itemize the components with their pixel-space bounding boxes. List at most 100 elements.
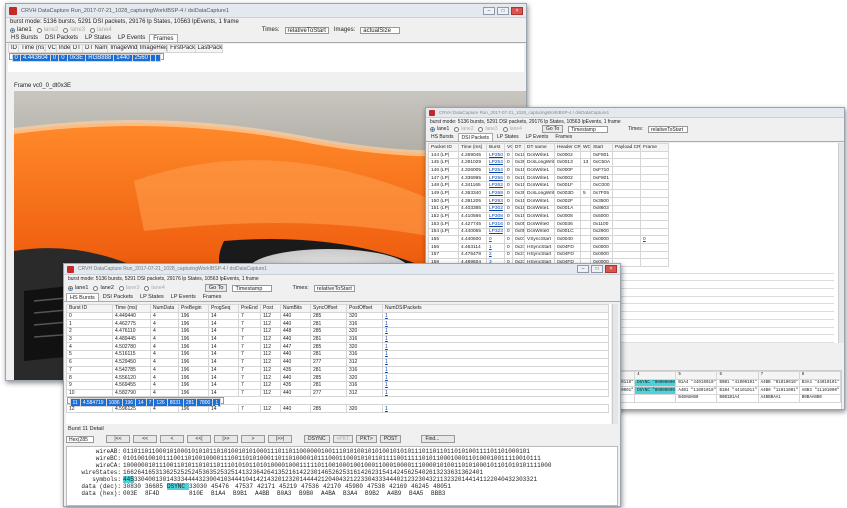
tab-lp-states[interactable]: LP States	[494, 133, 522, 141]
tab-frames[interactable]: Frames	[552, 133, 575, 141]
lane3-radio[interactable]: lane3	[478, 126, 498, 132]
tab-lp-events[interactable]: LP Events	[168, 293, 199, 301]
last-button[interactable]: |>>|	[268, 435, 292, 443]
col-header[interactable]: Burst	[486, 143, 505, 152]
dsync-button[interactable]: DSYNC	[304, 435, 330, 443]
col-header[interactable]: Burst ID	[66, 304, 113, 313]
next-page-button[interactable]: |>>	[214, 435, 238, 443]
table-row[interactable]: 0 4.449440 4 196 14 7 112 440 285 320 1	[66, 311, 609, 321]
tab-lp-events[interactable]: LP Events	[115, 34, 148, 42]
prev-page-button[interactable]: <<	[133, 435, 157, 443]
pkt-prev-button[interactable]: <PKT	[332, 435, 354, 443]
close-button[interactable]: ×	[511, 6, 523, 15]
minimize-button[interactable]: –	[483, 6, 495, 15]
vertical-scrollbar[interactable]	[612, 304, 618, 424]
lane3-radio[interactable]: lane3	[118, 285, 139, 291]
col-header[interactable]: DT name	[524, 143, 555, 152]
table-row[interactable]: 3 4.489445 4 196 14 7 112 440 281 316 1	[66, 334, 609, 344]
col-header[interactable]: Time (ms)	[458, 143, 487, 152]
lane1-radio[interactable]: lane1	[68, 285, 88, 291]
table-row[interactable]: 9 4.569455 4 196 14 7 112 435 281 316 1	[66, 380, 609, 390]
table-row[interactable]: 144 (LP) 4.269045 LP250 0 0x19 DcsWrite1 0x000…	[428, 150, 669, 160]
tab-dsi-packets[interactable]: DSI Packets	[457, 133, 494, 141]
table-row[interactable]: 145 (LP) 4.281029 LP253 0 0x39 DcsLongWrite 0x…	[428, 158, 669, 168]
close-button[interactable]: ×	[605, 265, 617, 273]
lane2-radio[interactable]: lane2	[93, 285, 114, 291]
lane2-radio[interactable]: lane2	[454, 126, 473, 132]
table-row[interactable]: 147 (LP) 4.336995 LP256 0 0x15 DcsWrite1 0x000…	[428, 173, 669, 183]
table-row[interactable]: 10 4.582790 4 196 14 7 112 440 277 312 1	[66, 388, 609, 398]
table-row[interactable]: 148 (LP) 4.341165 LP262 0 0x15 DcsWrite1 0x001…	[428, 181, 669, 191]
col-header[interactable]: VC	[504, 143, 513, 152]
table-row[interactable]: 6 4.529450 4 196 14 7 112 440 277 312 1	[66, 357, 609, 367]
table-row[interactable]: 1 4.462775 4 196 14 7 112 440 281 316 1	[66, 319, 609, 329]
vertical-scrollbar[interactable]	[838, 143, 844, 343]
col-header[interactable]: Post	[260, 304, 281, 313]
go-to-button[interactable]: Go To	[541, 125, 564, 133]
col-header[interactable]: SyncOffset	[310, 304, 347, 313]
col-header[interactable]: WC	[580, 143, 591, 152]
col-header[interactable]: Header CRC	[554, 143, 581, 152]
maximize-button[interactable]: □	[497, 6, 509, 15]
lane4-radio[interactable]: lane4	[502, 126, 522, 132]
minimize-button[interactable]: –	[577, 265, 589, 273]
lane1-radio[interactable]: lane1	[10, 27, 32, 33]
table-row[interactable]: 157 4.476478 2 0 0x21 HSyncStart 0x04FD 0x0000	[428, 250, 669, 260]
lane4-radio[interactable]: lane4	[90, 27, 112, 33]
col-header[interactable]: PostOffset	[346, 304, 383, 313]
first-button[interactable]: |<<	[106, 435, 130, 443]
table-row[interactable]: 149 (LP) 4.363340 LP268 0 0x39 DcsLongWrite 0x…	[428, 189, 669, 198]
tab-lp-states[interactable]: LP States	[137, 293, 167, 301]
table-row[interactable]: 11 4.584719 1086 196 14 7 126 8031 281 7800 1	[66, 397, 225, 407]
goto-select[interactable]: Timestamp	[232, 284, 273, 292]
images-select[interactable]: actualSize	[360, 26, 401, 34]
tab-lp-states[interactable]: LP States	[82, 34, 114, 42]
table-row[interactable]: 4 4.502780 4 196 14 7 112 447 285 320 1	[66, 342, 609, 352]
back-button[interactable]: <<|	[187, 435, 211, 443]
table-row[interactable]: 154 (LP) 4.440065 LP323 0 0x05 DcsWrite0 0x001…	[428, 227, 669, 237]
col-header[interactable]: NumDSIPackets	[382, 304, 609, 313]
table-row[interactable]: 152 (LP) 4.410566 LP308 0 0x15 DcsWrite1 0x000…	[428, 212, 669, 221]
lane3-radio[interactable]: lane3	[63, 27, 85, 33]
lane2-radio[interactable]: lane2	[36, 27, 58, 33]
maximize-button[interactable]: □	[591, 265, 603, 273]
tab-frames[interactable]: Frames	[200, 293, 225, 301]
table-row[interactable]: 5 4.516115 4 196 14 7 112 440 281 316 1	[66, 350, 609, 359]
col-header[interactable]: PreEnd	[238, 304, 261, 313]
col-header[interactable]: NumBits	[280, 304, 311, 313]
table-row[interactable]: 7 4.542785 4 196 14 7 112 435 281 316 1	[66, 365, 609, 375]
col-header[interactable]: Payload CRC	[612, 143, 641, 152]
table-row[interactable]: 153 (LP) 4.427745 LP316 0 0x05 DcsWrite0 0x003…	[428, 219, 669, 229]
col-header[interactable]: DT	[512, 143, 525, 152]
find-button[interactable]: Find...	[421, 435, 456, 443]
next-button[interactable]: >	[241, 435, 265, 443]
col-header[interactable]: Start	[590, 143, 613, 152]
tab-dsi-packets[interactable]: DSI Packets	[42, 34, 81, 42]
times-select[interactable]: relativeToStart	[648, 125, 689, 133]
pkt-next-button[interactable]: PKT>	[356, 435, 377, 443]
table-row[interactable]: 146 (LP) 4.326005 LP254 0 0x15 DcsWrite1 0x000…	[428, 166, 669, 175]
table-row[interactable]: 2 4.476110 4 196 14 7 112 448 285 320 1	[66, 327, 609, 336]
times-select[interactable]: relativeToStart	[284, 26, 329, 34]
table-row[interactable]: 0 4.443604 0 0 0x3E RGB888 1440 2560	[8, 52, 164, 63]
col-header[interactable]: PreBegin	[178, 304, 209, 313]
tab-hs-bursts[interactable]: HS Bursts	[66, 293, 99, 301]
hex-search-input[interactable]: Hex(285	[66, 435, 94, 443]
col-header[interactable]: NumData	[150, 304, 179, 313]
tab-dsi-packets[interactable]: DSI Packets	[100, 293, 136, 301]
col-header[interactable]: Time (ms)	[112, 304, 151, 313]
tab-hs-bursts[interactable]: HS Bursts	[428, 133, 457, 141]
go-to-button[interactable]: Go To	[204, 284, 228, 292]
prev-button[interactable]: <	[160, 435, 184, 443]
lane1-radio[interactable]: lane1	[430, 126, 449, 132]
table-row[interactable]: 150 (LP) 4.391205 LP293 0 0x15 DcsWrite1 0x002…	[428, 196, 669, 206]
tab-lp-events[interactable]: LP Events	[523, 133, 552, 141]
col-header[interactable]: Frame	[640, 143, 669, 152]
post-button[interactable]: POST	[379, 435, 402, 443]
times-select[interactable]: relativeToStart	[313, 284, 355, 292]
lane4-radio[interactable]: lane4	[144, 285, 165, 291]
table-row[interactable]: 151 (LP) 4.403385 LP302 0 0x15 DcsWrite1 0x001…	[428, 204, 669, 214]
tab-frames[interactable]: Frames	[149, 34, 178, 42]
table-row[interactable]: 156 4.463114 1 0 0x21 HSyncStart 0x04FD 0x0000	[428, 242, 669, 252]
col-header[interactable]: ProgSeq	[208, 304, 239, 313]
